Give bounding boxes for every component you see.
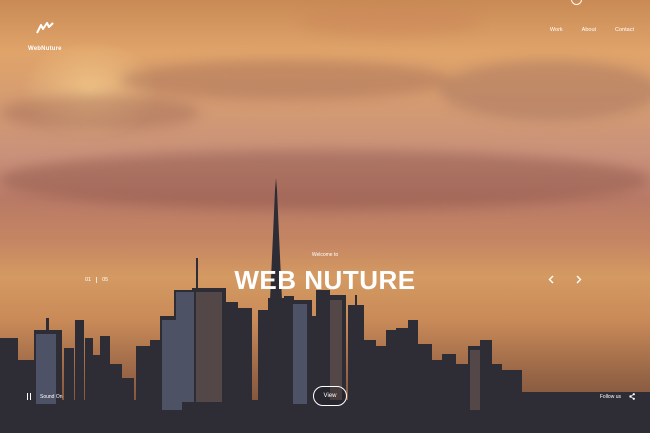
hero-background: WebNuture Work About Contact Welcome to … xyxy=(0,0,650,433)
slide-counter: 01 05 xyxy=(85,277,108,283)
sound-toggle[interactable]: Sound On xyxy=(27,393,63,400)
main-nav: Work About Contact xyxy=(550,27,634,33)
slide-current: 01 xyxy=(85,277,92,283)
chevron-left-icon xyxy=(548,275,554,284)
brand-name: WebNuture xyxy=(28,46,62,52)
sound-label: Sound On xyxy=(40,393,63,400)
nav-work[interactable]: Work xyxy=(550,27,563,33)
follow-us[interactable]: Follow us xyxy=(600,393,635,400)
city-skyline xyxy=(0,178,650,433)
nav-about[interactable]: About xyxy=(582,27,596,33)
wave-logo-icon xyxy=(35,22,54,34)
view-button[interactable]: View xyxy=(313,386,347,406)
brand-logo[interactable]: WebNuture xyxy=(28,22,62,55)
hero-welcome: Welcome to xyxy=(311,252,339,258)
sound-bars-icon xyxy=(27,393,31,400)
chevron-right-icon xyxy=(576,275,582,284)
share-icon xyxy=(629,393,635,400)
nav-contact[interactable]: Contact xyxy=(615,27,634,33)
next-slide-button[interactable] xyxy=(576,275,582,287)
prev-slide-button[interactable] xyxy=(548,275,554,287)
counter-divider xyxy=(96,277,98,283)
slide-total: 05 xyxy=(102,277,109,283)
follow-label: Follow us xyxy=(599,393,621,400)
